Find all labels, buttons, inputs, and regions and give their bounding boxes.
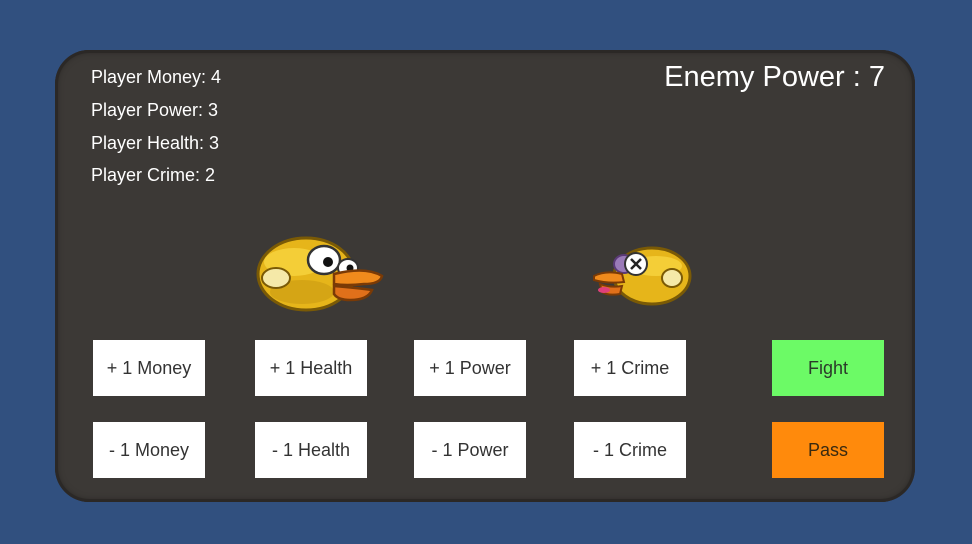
fight-button[interactable]: Fight xyxy=(772,340,884,396)
sub-crime-button[interactable]: - 1 Crime xyxy=(574,422,686,478)
enemy-power-stat: Enemy Power : 7 xyxy=(664,61,885,93)
player-money-stat: Player Money: 4 xyxy=(91,67,222,87)
player-crime-stat: Player Crime: 2 xyxy=(91,165,216,185)
dead-bird-icon xyxy=(593,246,692,306)
add-health-button[interactable]: + 1 Health xyxy=(255,340,367,396)
add-power-button[interactable]: + 1 Power xyxy=(414,340,526,396)
add-money-button[interactable]: + 1 Money xyxy=(93,340,205,396)
pass-button[interactable]: Pass xyxy=(772,422,884,478)
sub-health-button[interactable]: - 1 Health xyxy=(255,422,367,478)
player-health-stat: Player Health: 3 xyxy=(91,133,220,153)
yellow-bird-icon xyxy=(256,236,384,312)
player-power-stat: Player Power: 3 xyxy=(91,100,219,120)
sub-money-button[interactable]: - 1 Money xyxy=(93,422,205,478)
add-crime-button[interactable]: + 1 Crime xyxy=(574,340,686,396)
sub-power-button[interactable]: - 1 Power xyxy=(414,422,526,478)
